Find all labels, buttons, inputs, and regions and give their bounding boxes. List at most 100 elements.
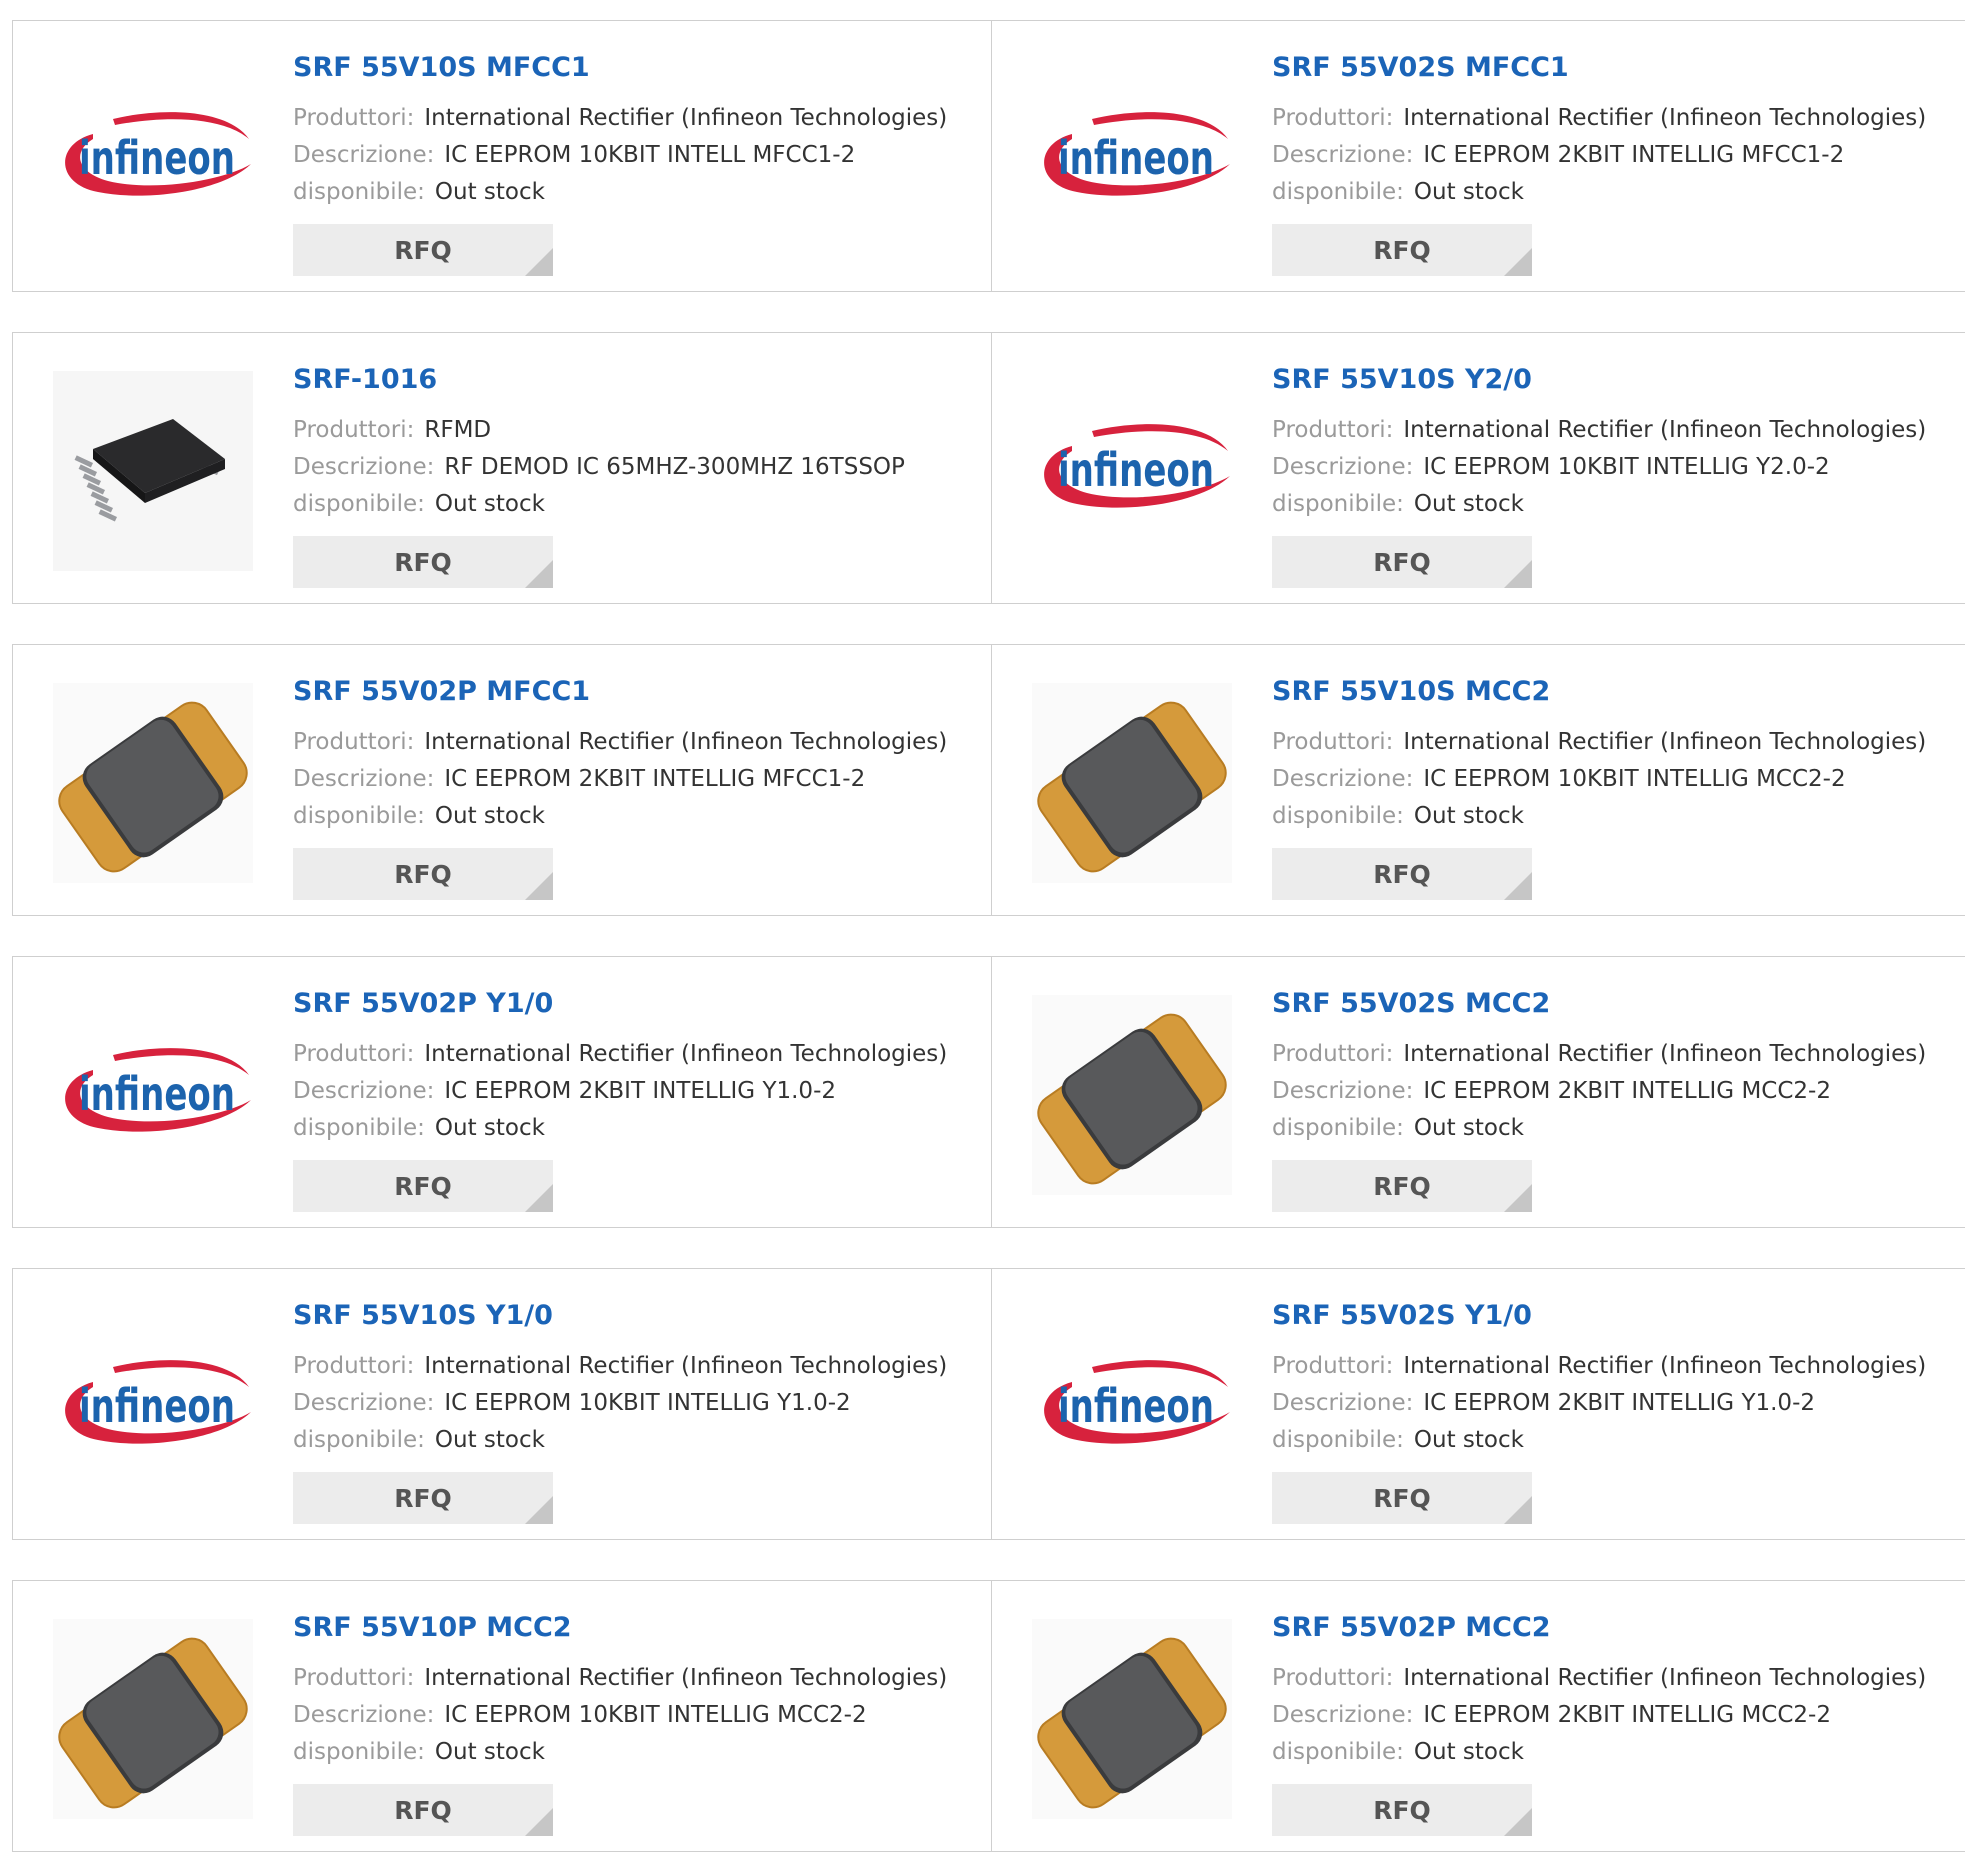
product-title-link[interactable]: SRF 55V10S Y2/0 [1272,363,1965,397]
manufacturer-value: RFMD [424,417,492,443]
description-label: Descrizione: [1272,1390,1414,1416]
chip-module-image [1032,683,1232,883]
description-label: Descrizione: [293,142,435,168]
product-title-link[interactable]: SRF 55V10S Y1/0 [293,1299,991,1333]
availability-value: Out stock [1413,1739,1524,1765]
availability-value: Out stock [434,1115,545,1141]
rfq-button[interactable]: RFQ [1272,848,1532,900]
corner-fold-icon [1504,560,1532,588]
chip-module-image [1032,1619,1232,1819]
manufacturer-value: International Rectifier (Infineon Techno… [424,1665,948,1691]
product-image[interactable]: infineon [53,59,253,259]
product-title-link[interactable]: SRF 55V02P MCC2 [1272,1611,1965,1645]
rfq-button[interactable]: RFQ [1272,1784,1532,1836]
corner-fold-icon [1504,1808,1532,1836]
product-image[interactable]: infineon [1032,1307,1232,1507]
product-image[interactable] [1032,995,1232,1195]
product-title-link[interactable]: SRF-1016 [293,363,991,397]
rfq-button[interactable]: RFQ [1272,536,1532,588]
corner-fold-icon [1504,1184,1532,1212]
infineon-logo: infineon [65,1048,252,1132]
product-image[interactable] [53,683,253,883]
chip-module-image [53,683,253,883]
infineon-logo: infineon [1044,112,1230,196]
product-title-link[interactable]: SRF 55V02S Y1/0 [1272,1299,1965,1333]
logo-wordmark: infineon [1058,443,1214,497]
manufacturer-value: International Rectifier (Infineon Techno… [424,1041,948,1067]
product-image[interactable] [53,371,253,571]
rfq-button[interactable]: RFQ [1272,1472,1532,1524]
product-card: SRF 55V10P MCC2 Produttori: International… [13,1581,991,1851]
logo-wordmark: infineon [79,1379,235,1433]
manufacturer-label: Produttori: [1272,417,1394,443]
manufacturer-label: Produttori: [293,729,415,755]
product-title-link[interactable]: SRF 55V10S MFCC1 [293,51,991,85]
availability-value: Out stock [1413,803,1524,829]
manufacturer-value: International Rectifier (Infineon Techno… [1403,417,1927,443]
description-value: IC EEPROM 2KBIT INTELLIG MFCC1-2 [444,766,866,792]
availability-value: Out stock [434,1427,545,1453]
product-title-link[interactable]: SRF 55V02S MFCC1 [1272,51,1965,85]
product-list: infineon SRF 55V10S MFCC1 Produttori: Int… [0,0,1965,1852]
rfq-button[interactable]: RFQ [293,1160,553,1212]
availability-label: disponibile: [293,179,425,205]
infineon-logo: infineon [1044,424,1230,508]
rfq-label: RFQ [1373,1483,1431,1513]
product-image[interactable]: infineon [53,995,253,1195]
manufacturer-value: International Rectifier (Infineon Techno… [1403,105,1927,131]
product-row: SRF 55V02P MFCC1 Produttori: Internationa… [12,644,1965,916]
description-label: Descrizione: [1272,454,1414,480]
product-title-link[interactable]: SRF 55V02S MCC2 [1272,987,1965,1021]
chip-module-image [1032,995,1232,1195]
product-image[interactable]: infineon [53,1307,253,1507]
product-title-link[interactable]: SRF 55V10P MCC2 [293,1611,991,1645]
product-card: infineon SRF 55V02S Y1/0 Produttori: Inte… [991,1269,1965,1539]
description-label: Descrizione: [293,454,435,480]
rfq-button[interactable]: RFQ [293,224,553,276]
manufacturer-label: Produttori: [293,1353,415,1379]
manufacturer-label: Produttori: [293,105,415,131]
product-title-link[interactable]: SRF 55V02P Y1/0 [293,987,991,1021]
rfq-button[interactable]: RFQ [293,536,553,588]
product-card: infineon SRF 55V10S MFCC1 Produttori: Int… [13,21,991,291]
description-value: IC EEPROM 10KBIT INTELLIG MCC2-2 [444,1702,867,1728]
corner-fold-icon [525,1808,553,1836]
description-value: IC EEPROM 10KBIT INTELLIG Y1.0-2 [444,1390,851,1416]
availability-label: disponibile: [293,803,425,829]
product-card: SRF 55V10S MCC2 Produttori: International… [991,645,1965,915]
chip-tssop-image [53,371,253,571]
rfq-button[interactable]: RFQ [293,1784,553,1836]
manufacturer-label: Produttori: [1272,1041,1394,1067]
manufacturer-value: International Rectifier (Infineon Techno… [424,105,948,131]
product-card: infineon SRF 55V02P Y1/0 Produttori: Inte… [13,957,991,1227]
chip-module-image [53,1619,253,1819]
description-value: IC EEPROM 2KBIT INTELLIG MFCC1-2 [1423,142,1845,168]
logo-wordmark: infineon [1058,131,1214,185]
product-title-link[interactable]: SRF 55V10S MCC2 [1272,675,1965,709]
product-image[interactable] [1032,683,1232,883]
availability-value: Out stock [434,491,545,517]
availability-label: disponibile: [1272,803,1404,829]
product-image[interactable]: infineon [1032,371,1232,571]
availability-label: disponibile: [293,1739,425,1765]
rfq-button[interactable]: RFQ [1272,1160,1532,1212]
availability-label: disponibile: [1272,491,1404,517]
rfq-button[interactable]: RFQ [293,1472,553,1524]
product-row: infineon SRF 55V02P Y1/0 Produttori: Inte… [12,956,1965,1228]
product-title-link[interactable]: SRF 55V02P MFCC1 [293,675,991,709]
product-row: infineon SRF 55V10S MFCC1 Produttori: Int… [12,20,1965,292]
product-image[interactable] [1032,1619,1232,1819]
product-card: SRF-1016 Produttori: RFMD Descrizione: RF … [13,333,991,603]
rfq-label: RFQ [394,547,452,577]
product-image[interactable] [53,1619,253,1819]
infineon-logo: infineon [1044,1360,1230,1444]
availability-value: Out stock [1413,1427,1524,1453]
rfq-button[interactable]: RFQ [293,848,553,900]
description-label: Descrizione: [293,1390,435,1416]
description-label: Descrizione: [1272,766,1414,792]
rfq-button[interactable]: RFQ [1272,224,1532,276]
description-label: Descrizione: [1272,1078,1414,1104]
product-image[interactable]: infineon [1032,59,1232,259]
availability-label: disponibile: [1272,1427,1404,1453]
manufacturer-value: International Rectifier (Infineon Techno… [424,729,948,755]
